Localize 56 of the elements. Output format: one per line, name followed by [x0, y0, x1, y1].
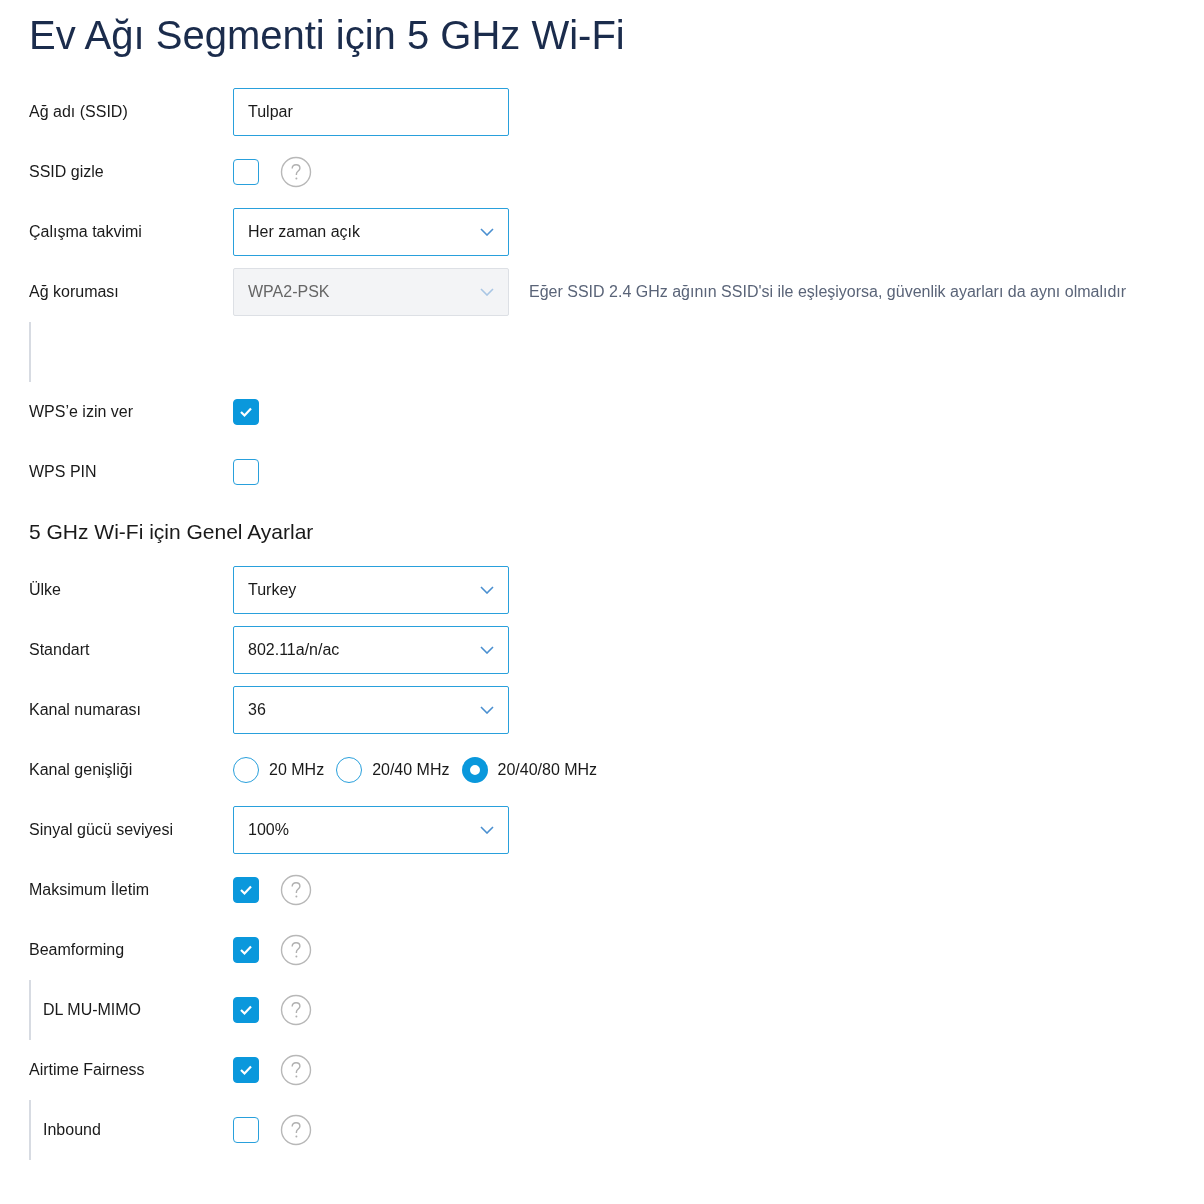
field-label: Çalışma takvimi [29, 223, 143, 241]
page-title: Ev Ağı Segmenti için 5 GHz Wi-Fi [29, 12, 626, 59]
chevron-down-icon [480, 228, 494, 236]
select-field[interactable]: 802.11a/n/ac [233, 626, 509, 674]
radio-button[interactable] [461, 757, 488, 783]
field-label: Kanal numarası [29, 701, 143, 719]
field-label: Inbound [43, 1121, 102, 1139]
help-icon[interactable] [280, 994, 312, 1026]
chevron-down-icon [480, 288, 494, 296]
text-field[interactable]: Tulpar [233, 88, 509, 136]
help-icon[interactable] [280, 156, 312, 188]
radio-button[interactable] [233, 757, 259, 783]
hint-text: Eğer SSID 2.4 GHz ağının SSID'si ile eşleşiyorsa, güvenlik ayarları da aynı olmalıdır [529, 283, 1127, 301]
field-label: Sinyal gücü seviyesi [29, 821, 175, 839]
checkbox[interactable] [233, 997, 259, 1023]
field-label: WPS’e izin ver [29, 403, 135, 421]
field-label: Maksimum İletim [29, 881, 150, 899]
check-icon [239, 884, 253, 896]
checkbox[interactable] [233, 937, 259, 963]
check-icon [239, 944, 253, 956]
checkbox[interactable] [233, 459, 259, 485]
chevron-down-icon [480, 586, 494, 594]
help-icon[interactable] [280, 1054, 312, 1086]
radio-option[interactable]: 20/40 MHz [336, 757, 450, 783]
checkbox[interactable] [233, 877, 259, 903]
chevron-down-icon [480, 646, 494, 654]
select-field[interactable]: Her zaman açık [233, 208, 509, 256]
select-field[interactable]: 100% [233, 806, 509, 854]
checkbox[interactable] [233, 159, 259, 185]
check-icon [239, 406, 253, 418]
field-label: Ağ koruması [29, 283, 120, 301]
checkbox[interactable] [233, 1117, 259, 1143]
section-heading: 5 GHz Wi-Fi için Genel Ayarlar [29, 519, 315, 545]
field-label: Ülke [29, 581, 62, 599]
radio-option[interactable]: 20/40/80 MHz [461, 757, 598, 783]
field-label: Kanal genişliği [29, 761, 134, 779]
select-field[interactable]: 36 [233, 686, 509, 734]
field-label: Airtime Fairness [29, 1061, 146, 1079]
help-icon[interactable] [280, 874, 312, 906]
field-label: SSID gizle [29, 163, 105, 181]
radio-option[interactable]: 20 MHz [233, 757, 325, 783]
select-field[interactable]: Turkey [233, 566, 509, 614]
field-label: DL MU-MIMO [43, 1001, 143, 1019]
field-label: Beamforming [29, 941, 126, 959]
chevron-down-icon [480, 706, 494, 714]
field-label: Standart [29, 641, 91, 659]
chevron-down-icon [480, 826, 494, 834]
help-icon[interactable] [280, 934, 312, 966]
check-icon [239, 1064, 253, 1076]
checkbox[interactable] [233, 1057, 259, 1083]
help-icon[interactable] [280, 1114, 312, 1146]
check-icon [239, 1004, 253, 1016]
checkbox[interactable] [233, 399, 259, 425]
field-label: Ağ adı (SSID) [29, 103, 129, 121]
radio-button[interactable] [336, 757, 363, 783]
field-label: WPS PIN [29, 463, 98, 481]
